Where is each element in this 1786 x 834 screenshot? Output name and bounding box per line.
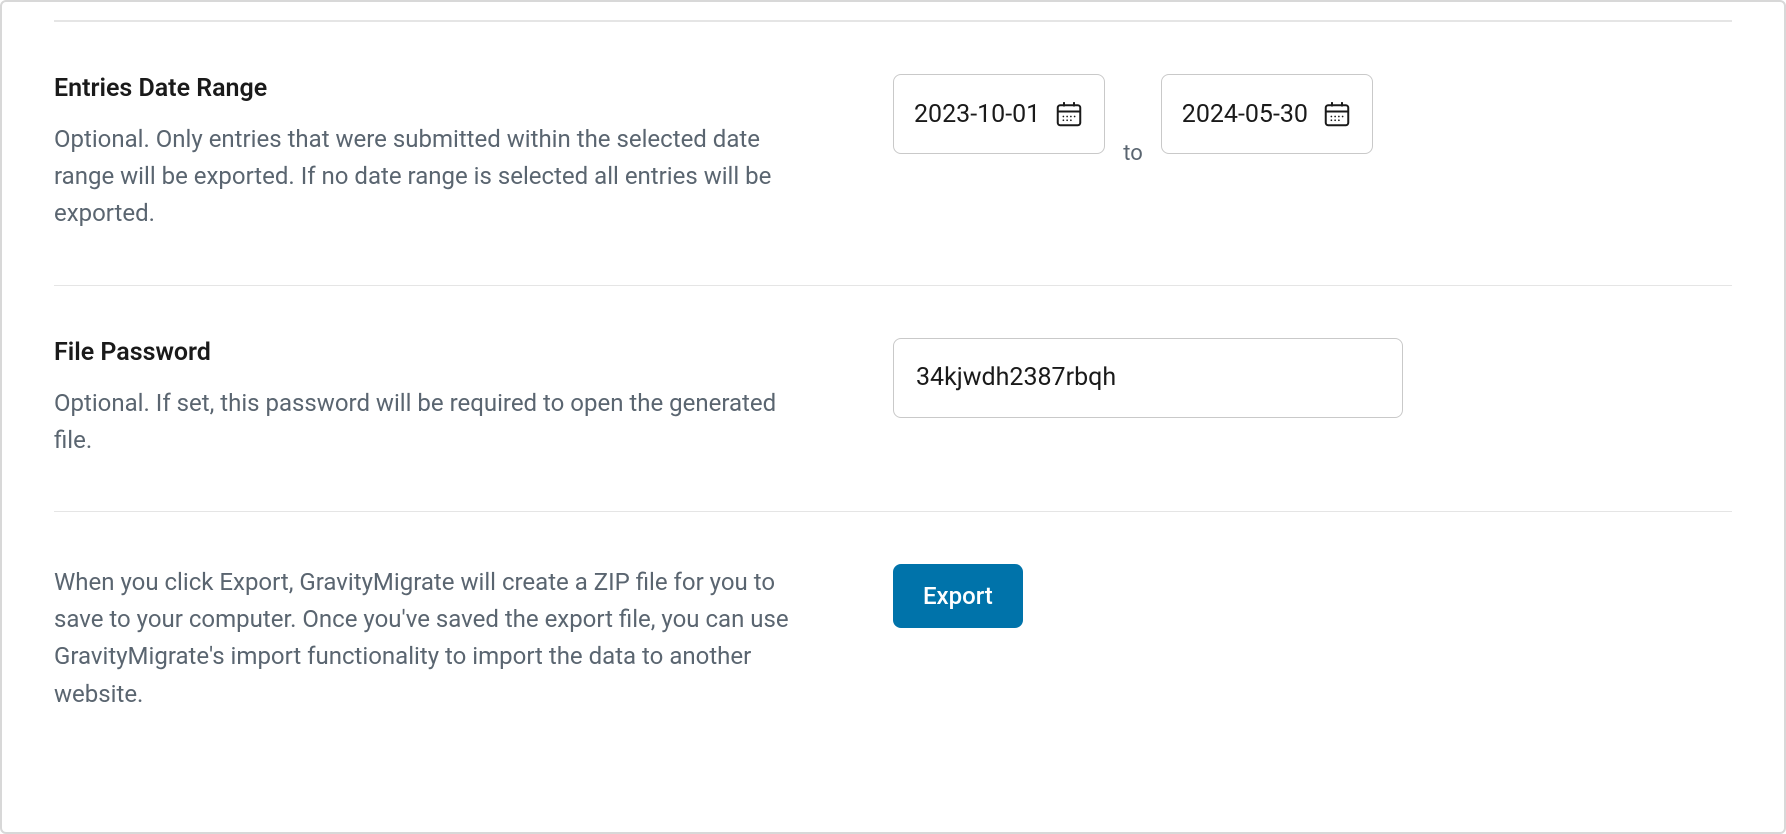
export-settings-panel: Entries Date Range Optional. Only entrie… (0, 0, 1786, 834)
date-to-value: 2024-05-30 (1182, 100, 1308, 129)
date-separator: to (1123, 113, 1143, 193)
date-range-description: Optional. Only entries that were submitt… (54, 121, 793, 233)
date-from-value: 2023-10-01 (914, 100, 1040, 129)
date-to-input[interactable]: 2024-05-30 (1161, 74, 1373, 154)
file-password-title: File Password (54, 338, 793, 367)
date-range-section: Entries Date Range Optional. Only entrie… (54, 21, 1732, 285)
file-password-text: File Password Optional. If set, this pas… (54, 338, 893, 459)
file-password-input-wrap (893, 338, 1732, 459)
file-password-section: File Password Optional. If set, this pas… (54, 285, 1732, 511)
date-range-text: Entries Date Range Optional. Only entrie… (54, 74, 893, 233)
export-text: When you click Export, GravityMigrate wi… (54, 564, 893, 713)
export-button-wrap: Export (893, 564, 1732, 713)
file-password-description: Optional. If set, this password will be … (54, 385, 793, 459)
calendar-icon (1054, 99, 1084, 129)
date-range-inputs: 2023-10-01 to 2024-05-30 (893, 74, 1732, 233)
export-description: When you click Export, GravityMigrate wi… (54, 564, 793, 713)
date-from-input[interactable]: 2023-10-01 (893, 74, 1105, 154)
file-password-input[interactable] (893, 338, 1403, 418)
date-range-title: Entries Date Range (54, 74, 793, 103)
calendar-icon (1322, 99, 1352, 129)
export-section: When you click Export, GravityMigrate wi… (54, 511, 1732, 765)
export-button[interactable]: Export (893, 564, 1023, 628)
